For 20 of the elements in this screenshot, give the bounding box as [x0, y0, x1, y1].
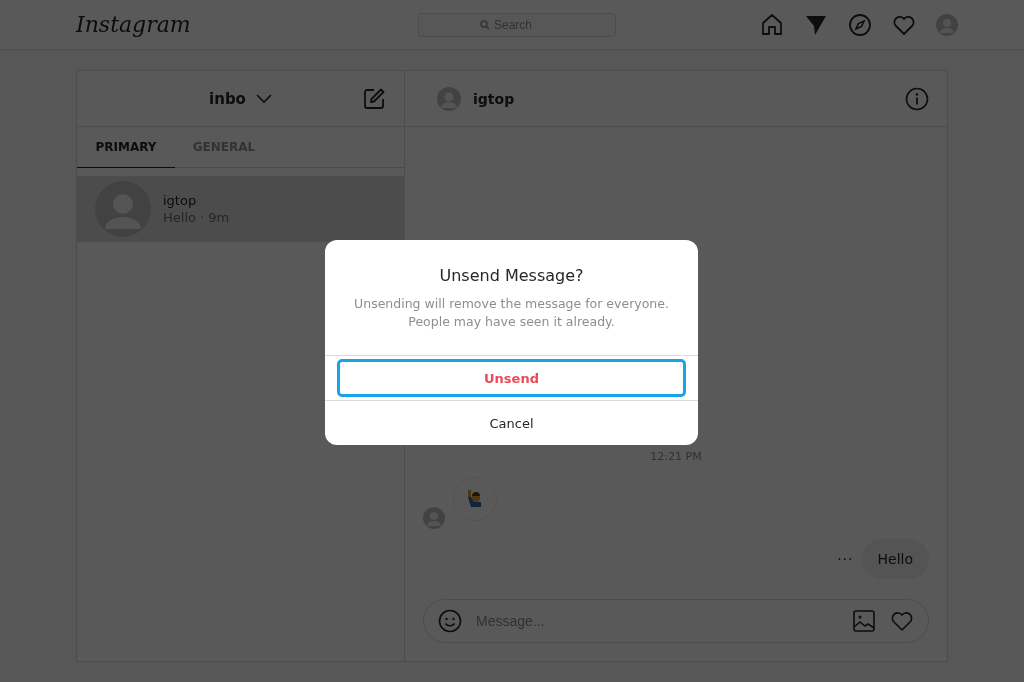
home-icon[interactable] — [760, 12, 784, 37]
compass-icon[interactable] — [848, 12, 872, 37]
info-icon[interactable] — [905, 86, 929, 111]
dialog-message: People may have seen it already. — [407, 313, 616, 331]
dialog-message: Unsending will remove the message for everyone. — [353, 295, 670, 313]
contact-name: igtop — [163, 193, 198, 208]
dialog-title: Unsend Message? — [438, 266, 585, 285]
dialog-button[interactable]: Unsend — [337, 359, 686, 397]
chevron-down-icon[interactable] — [255, 93, 272, 104]
more-options[interactable]: ··· — [837, 551, 854, 567]
inbox-tab[interactable]: PRIMARY — [77, 127, 175, 168]
message-bubble[interactable]: Hello — [861, 539, 929, 579]
heart-icon[interactable] — [890, 609, 914, 633]
chat-contact-name[interactable]: igtop — [473, 90, 515, 107]
image-icon[interactable] — [852, 609, 876, 633]
compose-icon[interactable] — [362, 87, 386, 111]
app-logo[interactable]: Instagram — [76, 12, 276, 37]
search-icon — [480, 19, 490, 30]
account-name[interactable]: inbo — [209, 89, 246, 108]
emoji-icon[interactable] — [438, 609, 462, 633]
